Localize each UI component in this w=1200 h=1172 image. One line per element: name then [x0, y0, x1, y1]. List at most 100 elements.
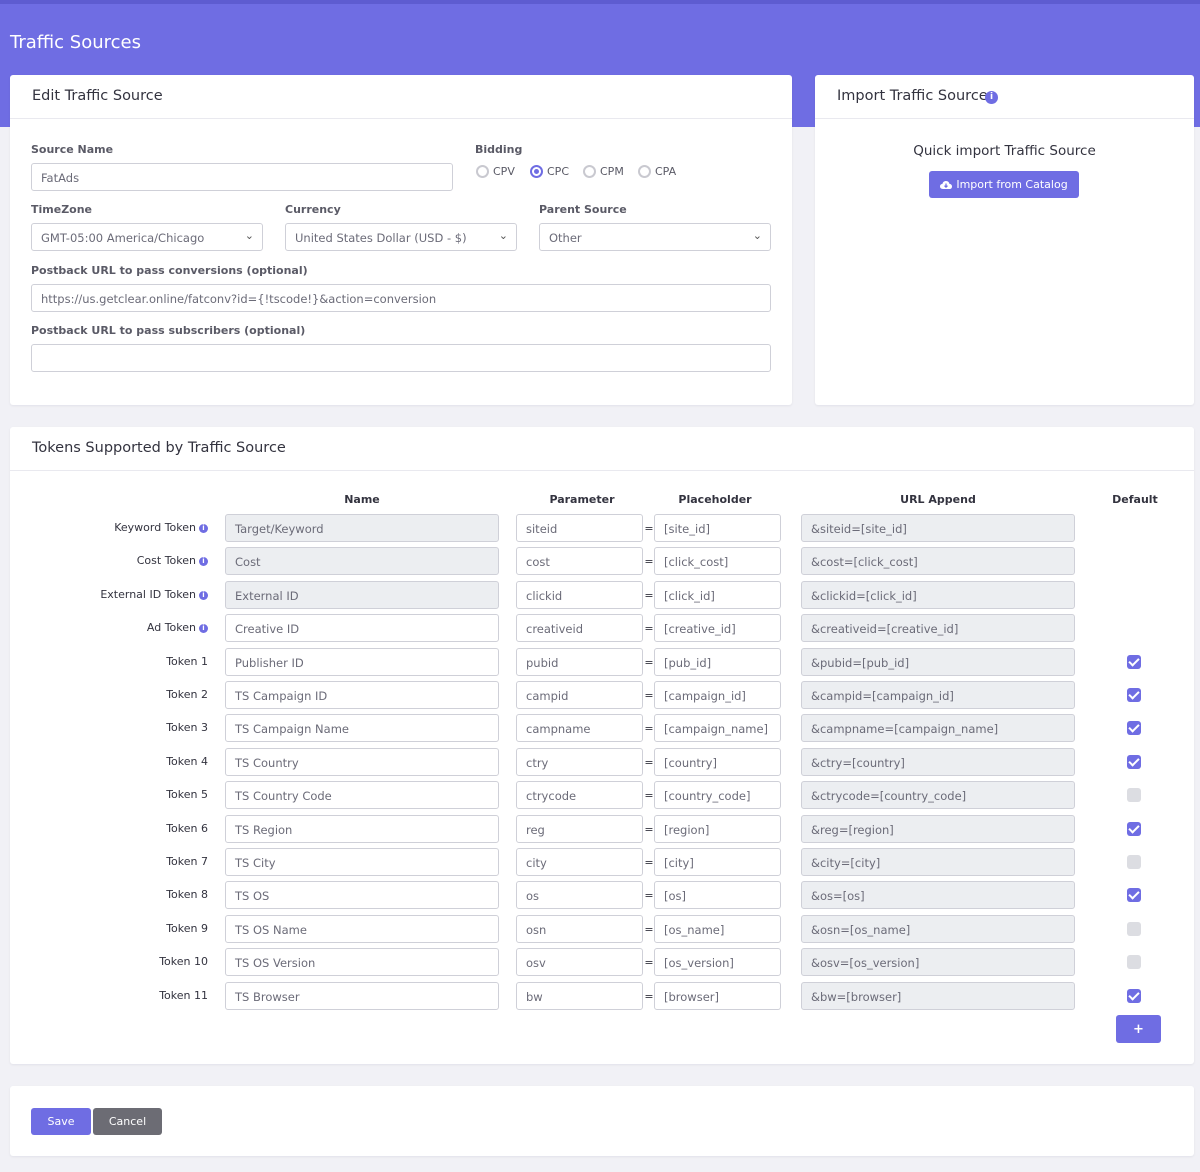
token-name-input[interactable]: TS Browser	[225, 982, 499, 1010]
token-name-input[interactable]: TS City	[225, 848, 499, 876]
token-name-input[interactable]: TS OS	[225, 881, 499, 909]
token-placeholder-input[interactable]: [browser]	[654, 982, 781, 1010]
token-name-input[interactable]: Creative ID	[225, 614, 499, 642]
token-parameter-input[interactable]: bw	[516, 982, 643, 1010]
token-parameter-input[interactable]: ctry	[516, 748, 643, 776]
token-placeholder-input[interactable]: [country_code]	[654, 781, 781, 809]
token-parameter-input[interactable]: campname	[516, 714, 643, 742]
token-placeholder-input[interactable]: [city]	[654, 848, 781, 876]
equals-sign: =	[644, 756, 654, 769]
token-name-input[interactable]: TS Campaign Name	[225, 714, 499, 742]
token-parameter-input[interactable]: os	[516, 881, 643, 909]
default-checkbox[interactable]	[1127, 721, 1141, 735]
add-token-button[interactable]: +	[1116, 1015, 1161, 1043]
cancel-button[interactable]: Cancel	[93, 1108, 162, 1135]
default-checkbox[interactable]	[1127, 855, 1141, 869]
token-placeholder-input[interactable]: [pub_id]	[654, 648, 781, 676]
token-parameter-input[interactable]: pubid	[516, 648, 643, 676]
chevron-down-icon: ⌄	[498, 229, 508, 242]
token-row-label-text: Ad Token	[146, 621, 196, 634]
bidding-radio-cpv[interactable]: CPV	[476, 163, 515, 179]
token-parameter-input[interactable]: siteid	[516, 514, 643, 542]
equals-sign: =	[644, 555, 654, 568]
token-placeholder-input[interactable]: [click_id]	[654, 581, 781, 609]
token-placeholder-input[interactable]: [campaign_id]	[654, 681, 781, 709]
token-placeholder-input[interactable]: [click_cost]	[654, 547, 781, 575]
save-button[interactable]: Save	[31, 1108, 91, 1135]
token-url-append-field: &osn=[os_name]	[801, 915, 1075, 943]
token-row-label-text: Token 6	[166, 822, 208, 835]
token-row-label-text: Token 3	[166, 721, 208, 734]
token-name-input[interactable]: TS OS Name	[225, 915, 499, 943]
token-name-input[interactable]: TS Region	[225, 815, 499, 843]
token-placeholder-input[interactable]: [country]	[654, 748, 781, 776]
equals-sign: =	[644, 789, 654, 802]
equals-sign: =	[644, 722, 654, 735]
info-circle-icon[interactable]: i	[199, 557, 208, 566]
token-placeholder-input[interactable]: [campaign_name]	[654, 714, 781, 742]
postback-subscribers-input[interactable]	[31, 344, 771, 372]
token-parameter-input[interactable]: reg	[516, 815, 643, 843]
token-parameter-input[interactable]: osn	[516, 915, 643, 943]
token-name-input[interactable]: TS Country Code	[225, 781, 499, 809]
quick-import-title: Quick import Traffic Source	[913, 143, 1096, 159]
token-parameter-input[interactable]: cost	[516, 547, 643, 575]
parent-source-value: Other	[549, 231, 582, 245]
token-url-append-field: &ctrycode=[country_code]	[801, 781, 1075, 809]
token-name-input: External ID	[225, 581, 499, 609]
token-placeholder-input[interactable]: [os_name]	[654, 915, 781, 943]
token-placeholder-input[interactable]: [os]	[654, 881, 781, 909]
default-checkbox[interactable]	[1127, 755, 1141, 769]
token-row-label-text: Token 8	[166, 888, 208, 901]
actions-card	[10, 1086, 1194, 1156]
currency-label: Currency	[285, 203, 341, 216]
source-name-input[interactable]: FatAds	[31, 163, 453, 191]
postback-conversions-input[interactable]: https://us.getclear.online/fatconv?id={!…	[31, 284, 771, 312]
import-from-catalog-button[interactable]: Import from Catalog	[929, 171, 1079, 198]
chevron-down-icon: ⌄	[752, 229, 762, 242]
default-checkbox[interactable]	[1127, 888, 1141, 902]
default-checkbox[interactable]	[1127, 788, 1141, 802]
token-url-append-field: &ctry=[country]	[801, 748, 1075, 776]
default-checkbox[interactable]	[1127, 655, 1141, 669]
bidding-radio-cpc[interactable]: CPC	[530, 163, 569, 179]
col-header-parameter: Parameter	[549, 493, 615, 506]
info-circle-icon[interactable]: i	[985, 91, 998, 104]
equals-sign: =	[644, 923, 654, 936]
default-checkbox[interactable]	[1127, 922, 1141, 936]
token-placeholder-input[interactable]: [creative_id]	[654, 614, 781, 642]
token-name-input: Target/Keyword	[225, 514, 499, 542]
parent-source-select[interactable]: Other ⌄	[539, 223, 771, 251]
token-placeholder-input[interactable]: [site_id]	[654, 514, 781, 542]
bidding-radio-cpm[interactable]: CPM	[583, 163, 624, 179]
token-name-input: Cost	[225, 547, 499, 575]
timezone-select[interactable]: GMT-05:00 America/Chicago ⌄	[31, 223, 263, 251]
equals-sign: =	[644, 656, 654, 669]
token-name-input[interactable]: TS OS Version	[225, 948, 499, 976]
default-checkbox[interactable]	[1127, 955, 1141, 969]
token-placeholder-input[interactable]: [os_version]	[654, 948, 781, 976]
token-parameter-input[interactable]: ctrycode	[516, 781, 643, 809]
token-parameter-input[interactable]: campid	[516, 681, 643, 709]
default-checkbox[interactable]	[1127, 822, 1141, 836]
token-parameter-input[interactable]: clickid	[516, 581, 643, 609]
info-circle-icon[interactable]: i	[199, 524, 208, 533]
default-checkbox[interactable]	[1127, 989, 1141, 1003]
info-circle-icon[interactable]: i	[199, 591, 208, 600]
currency-select[interactable]: United States Dollar (USD - $) ⌄	[285, 223, 517, 251]
bidding-option-label: CPA	[655, 164, 677, 178]
bidding-radio-cpa[interactable]: CPA	[638, 163, 676, 179]
timezone-label: TimeZone	[31, 203, 93, 216]
token-parameter-input[interactable]: city	[516, 848, 643, 876]
token-placeholder-input[interactable]: [region]	[654, 815, 781, 843]
col-header-name: Name	[344, 493, 380, 506]
radio-circle	[638, 164, 651, 178]
col-header-url-append: URL Append	[900, 493, 976, 506]
info-circle-icon[interactable]: i	[199, 624, 208, 633]
token-name-input[interactable]: Publisher ID	[225, 648, 499, 676]
token-name-input[interactable]: TS Campaign ID	[225, 681, 499, 709]
default-checkbox[interactable]	[1127, 688, 1141, 702]
token-name-input[interactable]: TS Country	[225, 748, 499, 776]
token-parameter-input[interactable]: creativeid	[516, 614, 643, 642]
token-parameter-input[interactable]: osv	[516, 948, 643, 976]
